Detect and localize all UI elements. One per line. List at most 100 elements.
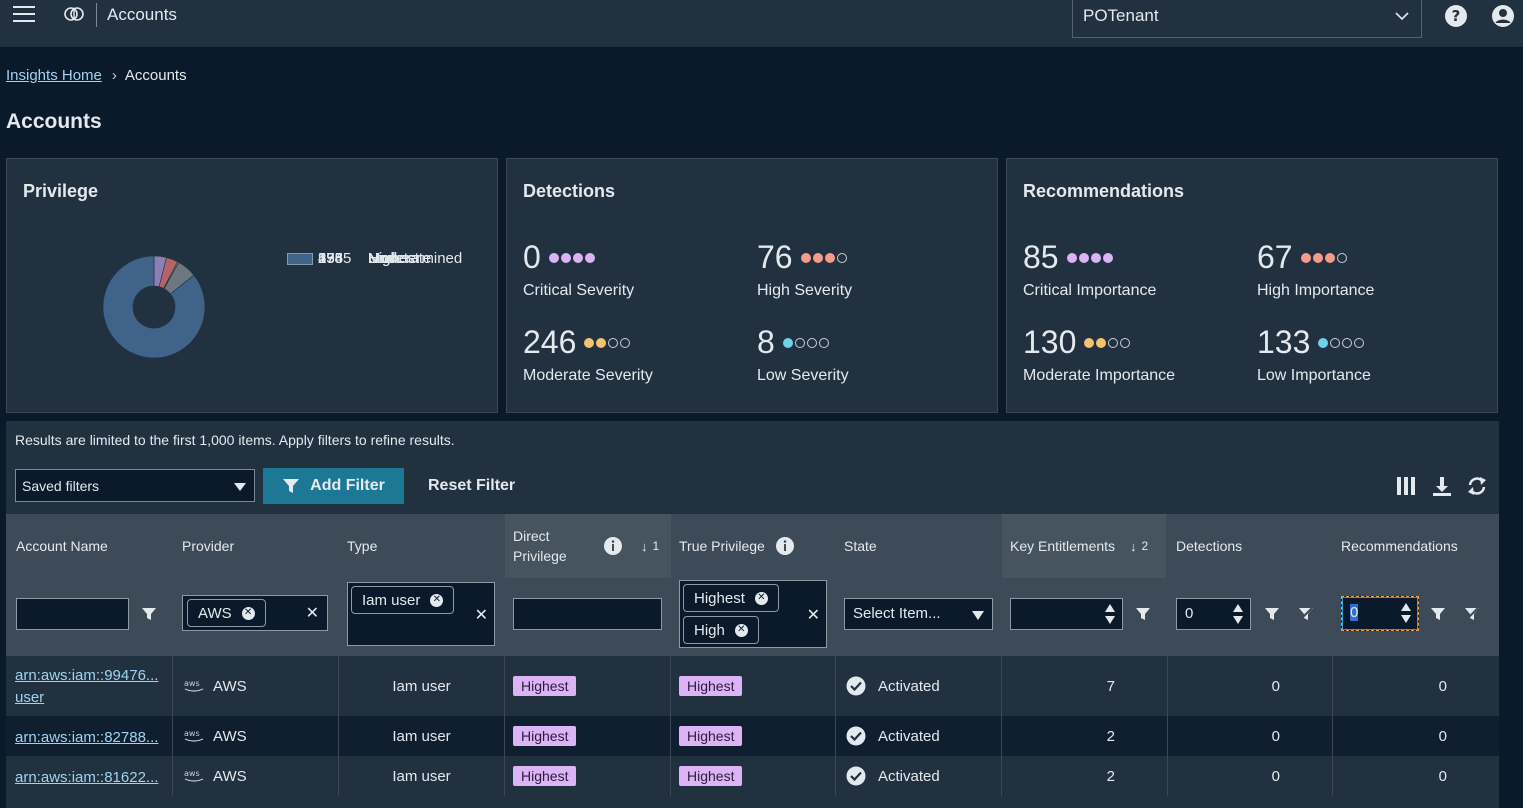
account-name-link[interactable]: arn:aws:iam::82788... — [15, 729, 158, 746]
provider-filter[interactable]: AWS ✕ ✕ — [182, 595, 328, 631]
metric-label: Low Importance — [1257, 367, 1371, 384]
reset-filter-button[interactable]: Reset Filter — [428, 477, 515, 495]
stepper-icon[interactable] — [1104, 601, 1116, 627]
recommendations-metric[interactable]: 133 Low Importance — [1257, 324, 1371, 385]
severity-dot — [1084, 337, 1095, 348]
funnel-icon[interactable] — [1265, 607, 1279, 621]
aws-icon: aws — [184, 769, 204, 782]
direct-privilege-cell: Highest — [505, 716, 671, 756]
remove-chip-icon[interactable]: ✕ — [241, 606, 255, 620]
stepper-icon[interactable] — [1400, 600, 1412, 626]
col-recommendations[interactable]: Recommendations — [1341, 514, 1499, 578]
col-type[interactable]: Type — [347, 514, 507, 578]
metric-label: High Severity — [757, 282, 853, 299]
severity-dots — [782, 337, 829, 348]
recommendations-metric[interactable]: 85 Critical Importance — [1023, 239, 1156, 300]
download-icon[interactable] — [1431, 475, 1453, 497]
recommendations-value: 0 — [1438, 767, 1447, 785]
col-key-entitlements-label: Key Entitlements — [1010, 538, 1116, 554]
true-chip-1-label: Highest — [694, 589, 745, 607]
funnel-icon[interactable] — [1431, 607, 1445, 621]
key-entitlements-filter-input[interactable] — [1010, 598, 1123, 630]
state-select-label: Select Item... — [853, 605, 941, 622]
detections-metric[interactable]: 246 Moderate Severity — [523, 324, 653, 385]
info-icon[interactable] — [603, 536, 623, 556]
recommendations-filter-input[interactable]: 0 — [1341, 596, 1419, 631]
state-filter-select[interactable]: Select Item... — [844, 598, 993, 630]
info-icon[interactable] — [775, 536, 795, 556]
key-entitlements-value: 2 — [1106, 727, 1115, 745]
funnel-icon[interactable] — [1136, 607, 1150, 621]
provider-value: AWS — [213, 727, 247, 745]
refresh-icon[interactable] — [1466, 475, 1488, 497]
detections-title: Detections — [523, 181, 616, 201]
true-privilege-cell: Highest — [671, 656, 836, 716]
provider-chip[interactable]: AWS ✕ — [187, 599, 266, 627]
detections-metric[interactable]: 76 High Severity — [757, 239, 852, 300]
breadcrumb-chevron-icon: › — [111, 67, 117, 84]
col-key-entitlements[interactable]: Key Entitlements ↓ 2 — [1002, 514, 1166, 578]
breadcrumb-home-link[interactable]: Insights Home — [6, 67, 102, 84]
remove-chip-icon[interactable]: ✕ — [430, 593, 444, 607]
table-row[interactable]: arn:aws:iam::82788... aws AWS Iam user H… — [6, 716, 1499, 756]
severity-dot-empty — [1330, 337, 1341, 348]
clear-filter-icon[interactable] — [1465, 607, 1479, 621]
recommendations-metric[interactable]: 67 High Importance — [1257, 239, 1374, 300]
direct-privilege-filter-input[interactable] — [513, 598, 662, 630]
col-account-name[interactable]: Account Name — [16, 514, 176, 578]
type-filter[interactable]: Iam user ✕ ✕ — [347, 582, 495, 646]
remove-chip-icon[interactable]: ✕ — [754, 591, 768, 605]
clear-filter-icon[interactable] — [1299, 607, 1313, 621]
detections-metric[interactable]: 0 Critical Severity — [523, 239, 634, 300]
clear-icon[interactable]: ✕ — [306, 603, 319, 623]
col-true-privilege[interactable]: True Privilege — [679, 514, 839, 578]
true-privilege-filter[interactable]: Highest ✕ High ✕ ✕ — [679, 580, 827, 648]
recommendations-cell: 0 — [1333, 656, 1499, 716]
privilege-card: Privilege 274 Highest 258 High 27 Modera… — [6, 158, 498, 413]
metric-value: 67 — [1257, 239, 1293, 275]
account-name-link-suffix[interactable]: user — [15, 689, 44, 706]
severity-dot — [1078, 252, 1089, 263]
stepper-icon[interactable] — [1232, 601, 1244, 627]
col-detections[interactable]: Detections — [1176, 514, 1336, 578]
recommendations-metric[interactable]: 130 Moderate Importance — [1023, 324, 1175, 385]
account-name-link[interactable]: arn:aws:iam::99476... — [15, 667, 158, 684]
menu-icon[interactable] — [13, 6, 35, 24]
saved-filters-select[interactable]: Saved filters — [15, 469, 255, 502]
top-bar: Accounts POTenant ? — [0, 0, 1523, 47]
provider-cell: aws AWS — [173, 716, 339, 756]
columns-icon[interactable] — [1395, 475, 1417, 497]
true-privilege-chip-high[interactable]: High ✕ — [683, 616, 759, 644]
metric-value: 130 — [1023, 324, 1077, 360]
key-entitlements-cell: 2 — [1002, 756, 1168, 796]
brain-logo-icon — [64, 7, 84, 21]
detections-metric[interactable]: 8 Low Severity — [757, 324, 849, 385]
user-avatar-icon[interactable] — [1491, 4, 1515, 28]
aws-icon: aws — [184, 679, 204, 692]
state-value: Activated — [878, 767, 940, 785]
type-chip[interactable]: Iam user ✕ — [351, 586, 455, 614]
clear-icon[interactable]: ✕ — [475, 605, 488, 625]
detections-value: 0 — [1271, 677, 1280, 695]
clear-icon[interactable]: ✕ — [807, 605, 820, 625]
col-provider[interactable]: Provider — [182, 514, 342, 578]
account-name-filter-input[interactable] — [16, 598, 129, 630]
table-row[interactable]: arn:aws:iam::81622... aws AWS Iam user H… — [6, 756, 1499, 796]
table-row[interactable]: arn:aws:iam::99476... user aws AWS Iam u… — [6, 656, 1499, 716]
aws-icon: aws — [184, 729, 204, 742]
state-cell: Activated — [836, 716, 1002, 756]
col-direct-privilege[interactable]: Direct Privilege ↓ 1 — [505, 514, 671, 578]
tenant-select[interactable]: POTenant — [1072, 0, 1422, 38]
privilege-donut-chart — [102, 255, 206, 359]
metric-value: 0 — [523, 239, 541, 275]
privilege-badge: Highest — [679, 726, 743, 746]
severity-dot-empty — [1336, 252, 1347, 263]
true-privilege-chip-highest[interactable]: Highest ✕ — [683, 584, 779, 612]
remove-chip-icon[interactable]: ✕ — [734, 623, 748, 637]
funnel-icon[interactable] — [142, 607, 156, 621]
detections-filter-input[interactable]: 0 — [1176, 598, 1251, 630]
col-state[interactable]: State — [844, 514, 1004, 578]
help-icon[interactable]: ? — [1444, 4, 1468, 28]
add-filter-button[interactable]: Add Filter — [263, 468, 404, 504]
account-name-link[interactable]: arn:aws:iam::81622... — [15, 769, 158, 786]
